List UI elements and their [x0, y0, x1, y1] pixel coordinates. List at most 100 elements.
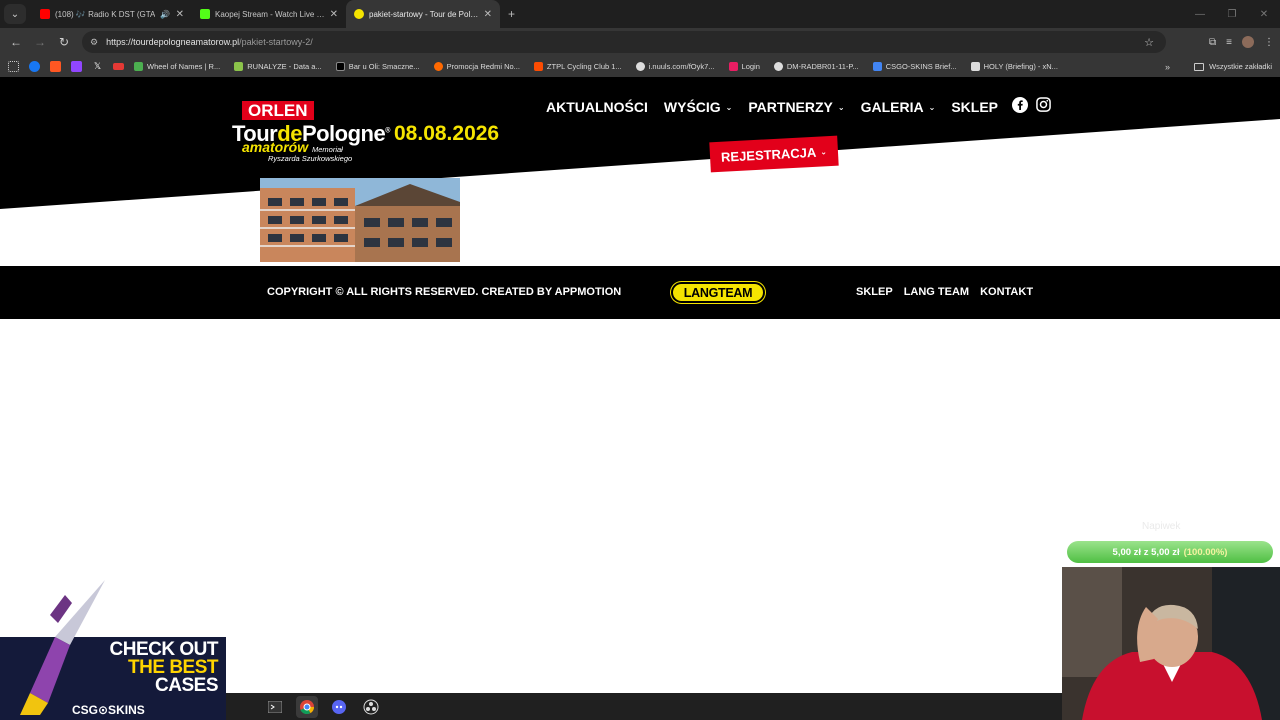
all-bookmarks-label: Wszystkie zakładki [1209, 62, 1272, 71]
footer-link-kontakt[interactable]: KONTAKT [980, 286, 1033, 298]
bookmark-favicon-icon [234, 62, 244, 71]
tab-tour-de-pologne[interactable]: pakiet-startowy - Tour de Polog ✕ [346, 0, 500, 28]
tab-search-button[interactable]: ⌄ [4, 4, 26, 24]
site-header: ORLEN TourdePologne® 08.08.2026 amatorów… [0, 77, 1280, 267]
discord-icon[interactable] [328, 696, 350, 718]
back-arrow-icon[interactable]: ← [4, 35, 28, 49]
close-tab-icon[interactable]: ✕ [176, 9, 184, 20]
tip-goal-label: Napiwek [1142, 521, 1181, 532]
tiktok-icon [335, 62, 345, 71]
nav-item-aktualnosci[interactable]: AKTUALNOŚCI [546, 99, 648, 115]
bookmark-label: Login [741, 62, 760, 71]
site-info-icon[interactable]: ⚙ [90, 37, 98, 48]
tab-title: Kaopej Stream - Watch Live on [215, 9, 325, 19]
tab-radio[interactable]: (108) 🎶 Radio K DST (GTA 🔊 ✕ [32, 0, 192, 28]
os-taskbar [226, 693, 1062, 720]
chevron-right-icon[interactable]: » [1165, 62, 1170, 72]
bookmark-label: DM-RADBR01-11-P... [786, 62, 859, 71]
nav-item-sklep[interactable]: SKLEP [951, 99, 998, 115]
x-icon[interactable]: 𝕏 [92, 61, 103, 72]
close-window-icon[interactable]: ✕ [1248, 9, 1280, 20]
bookmark-favicon-icon [728, 62, 738, 71]
instagram-icon[interactable] [1036, 97, 1051, 112]
terminal-icon[interactable] [264, 696, 286, 718]
bookmark-label: CSGO-SKINS Brief... [885, 62, 957, 71]
footer-link-sklep[interactable]: SKLEP [856, 286, 893, 298]
social-links [1012, 97, 1051, 113]
google-docs-icon [872, 62, 882, 71]
bookmark-item[interactable]: RUNALYZE - Data a... [234, 62, 322, 71]
new-tab-icon[interactable]: + [508, 7, 515, 21]
promo-headline: CHECK OUT THE BEST CASES [100, 640, 219, 695]
obs-icon[interactable] [360, 696, 382, 718]
tip-goal-progress: 5,00 zł z 5,00 zł (100.00%) [1067, 541, 1273, 563]
nav-item-galeria[interactable]: GALERIA ⌄ [861, 99, 936, 115]
hotel-photo [260, 178, 460, 262]
tab-title: pakiet-startowy - Tour de Polog [369, 9, 479, 19]
site-logo[interactable]: ORLEN TourdePologne® 08.08.2026 amatorów… [232, 99, 502, 169]
restore-icon[interactable]: ❐ [1216, 9, 1248, 20]
nav-label: SKLEP [951, 99, 998, 115]
more-menu-icon[interactable]: ⋮ [1264, 37, 1274, 48]
forward-arrow-icon[interactable]: → [28, 35, 52, 49]
orlen-logo: ORLEN [242, 101, 314, 120]
facebook-icon[interactable] [1012, 97, 1028, 113]
logo-memorial: Memoriał [312, 145, 343, 154]
globe-icon [635, 62, 645, 71]
strava-icon [533, 62, 543, 71]
langteam-logo[interactable]: LANGTEAM [671, 282, 765, 303]
footer-link-lang-team[interactable]: LANG TEAM [904, 286, 969, 298]
bookmark-item[interactable]: Wheel of Names | R... [134, 62, 220, 71]
tab-title: (108) 🎶 Radio K DST (GTA [55, 9, 156, 19]
chrome-icon[interactable] [296, 695, 318, 718]
facebook-icon[interactable] [29, 61, 40, 72]
register-label: REJESTRACJA [720, 144, 817, 165]
address-bar[interactable]: ⚙ https://tourdepologneamatorow.pl/pakie… [82, 31, 1166, 53]
bookmark-label: i.nuuls.com/fOyk7... [648, 62, 715, 71]
url-domain: https://tourdepologneamatorow.pl [106, 37, 240, 47]
toolbar-actions: ⧉ ≡ ⋮ [1209, 28, 1274, 56]
nav-label: GALERIA [860, 99, 924, 115]
logo-ryszarda: Ryszarda Szurkowskiego [268, 154, 353, 163]
speaker-icon[interactable]: 🔊 [160, 10, 170, 19]
bookmark-item[interactable]: Promocja Redmi No... [433, 62, 520, 71]
youtube-icon[interactable] [113, 63, 124, 70]
bookmark-label: Bar u Oli: Smaczne... [348, 62, 420, 71]
tab-kick[interactable]: Kaopej Stream - Watch Live on ✕ [192, 0, 346, 28]
notion-icon [970, 62, 980, 71]
bookmark-item[interactable]: i.nuuls.com/fOyk7... [635, 62, 715, 71]
bookmark-label: Promocja Redmi No... [446, 62, 520, 71]
minimize-icon[interactable]: — [1184, 9, 1216, 20]
profile-avatar-icon[interactable] [1242, 36, 1254, 48]
close-tab-icon[interactable]: ✕ [330, 9, 338, 20]
reload-icon[interactable]: ↻ [52, 35, 76, 49]
bookmark-item[interactable]: ZTPL Cycling Club 1... [533, 62, 622, 71]
nav-item-partnerzy[interactable]: PARTNERZY ⌄ [748, 99, 844, 115]
bookmark-item[interactable]: CSGO-SKINS Brief... [872, 62, 957, 71]
bookmark-item[interactable]: Bar u Oli: Smaczne... [335, 62, 420, 71]
extensions-icon[interactable]: ⧉ [1209, 37, 1216, 48]
nav-item-wyscig[interactable]: WYŚCIG ⌄ [664, 99, 732, 115]
media-queue-icon[interactable]: ≡ [1226, 37, 1232, 48]
apps-grid-icon[interactable] [8, 61, 19, 72]
promo-brand: CSG⊙SKINS [72, 703, 145, 717]
chevron-down-icon: ⌄ [725, 102, 733, 112]
twitch-icon[interactable] [71, 61, 82, 72]
bookmark-star-icon[interactable]: ☆ [1144, 36, 1154, 49]
bookmark-label: ZTPL Cycling Club 1... [546, 62, 622, 71]
csgo-skins-promo[interactable]: CHECK OUT THE BEST CASES CSG⊙SKINS [0, 575, 226, 720]
window-controls: — ❐ ✕ [1184, 0, 1280, 28]
bookmark-item[interactable]: Login [728, 62, 760, 71]
browser-toolbar: ← → ↻ ⚙ https://tourdepologneamatorow.pl… [0, 28, 1280, 56]
wordmark-pologne: Pologne [301, 121, 386, 146]
bookmark-label: HOLY (Briefing) - xN... [983, 62, 1058, 71]
main-navigation: AKTUALNOŚCI WYŚCIG ⌄ PARTNERZY ⌄ GALERIA ⌄ … [546, 99, 998, 115]
close-tab-icon[interactable]: ✕ [484, 9, 492, 20]
bookmark-orange-icon[interactable] [50, 61, 61, 72]
bookmark-item[interactable]: DM-RADBR01-11-P... [773, 62, 859, 71]
logo-amatorow: amatorów [242, 139, 309, 155]
nav-label: WYŚCIG [663, 99, 721, 115]
bookmark-item[interactable]: HOLY (Briefing) - xN... [970, 62, 1058, 71]
all-bookmarks-button[interactable]: Wszystkie zakładki [1194, 62, 1272, 71]
nav-label: PARTNERZY [748, 99, 833, 115]
